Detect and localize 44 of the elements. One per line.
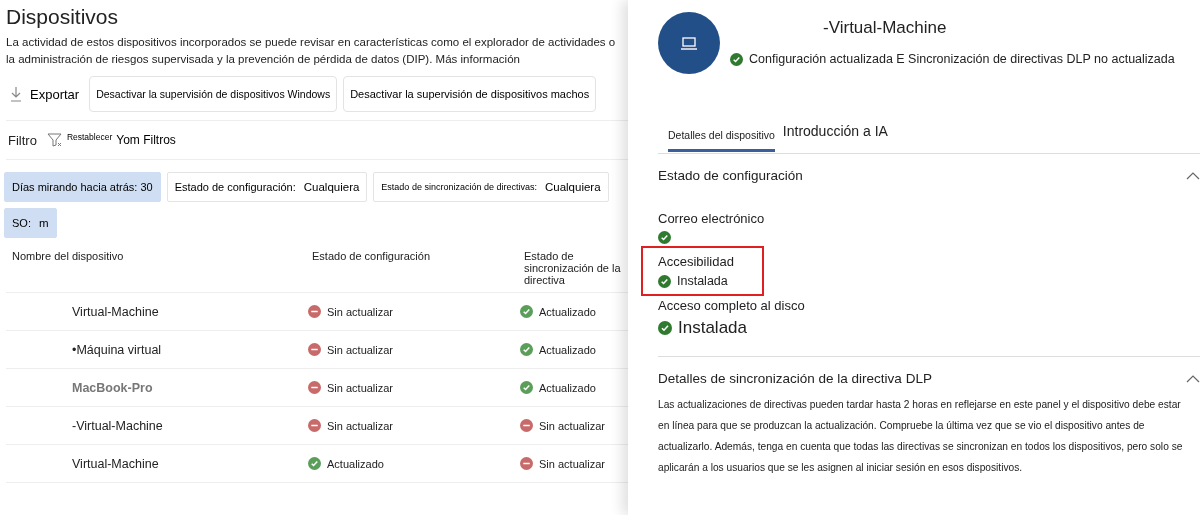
status-text: Instalada [677, 274, 728, 288]
download-icon [10, 86, 22, 102]
column-header: Nombre del dispositivo [6, 250, 306, 293]
laptop-icon [680, 36, 698, 50]
setting-label: Accesibilidad [658, 254, 734, 269]
table-cell: -Virtual-Machine [6, 407, 306, 445]
disable-monitoring-button[interactable]: Desactivar la supervisión de dispositivos machos [343, 76, 597, 112]
panel-tab[interactable]: Detalles del dispositivo [668, 129, 775, 152]
status-text: Sin actualizar [327, 381, 394, 394]
reset-filters-button[interactable]: Restablecer Yom Filtros [46, 132, 176, 148]
status-text: Sin actualizar [327, 343, 394, 356]
table-cell: Virtual-Machine [6, 445, 306, 483]
status-summary: Configuración actualizada E Sincronización de directivas DLP no actualizada [749, 52, 1175, 66]
section-title: Detalles de sincronización de la directiva DLP [658, 371, 932, 386]
status-text: Actualizado [539, 305, 596, 318]
status-text: Instalada [678, 318, 747, 338]
status-text: Actualizado [539, 343, 596, 356]
section-title: Estado de configuración [658, 168, 803, 183]
panel-tab[interactable]: Introducción a IA [782, 123, 888, 152]
learn-more-link[interactable]: Más información [435, 53, 520, 65]
column-header: Estado de configuración [306, 250, 518, 293]
status-text: Actualizado [539, 381, 596, 394]
filter-chip[interactable]: Estado de configuración: Cualquiera [166, 172, 368, 202]
setting-label: Correo electrónico [658, 211, 765, 226]
export-button[interactable]: Exportar [6, 86, 84, 102]
setting-label: Acceso completo al disco [658, 298, 805, 313]
filter-clear-icon [46, 132, 63, 148]
filter-chip[interactable]: Estado de sincronización de directivas: Cualquiera [373, 172, 609, 202]
device-name: -Virtual-Machine [823, 18, 948, 38]
table-cell: •Máquina virtual [6, 331, 306, 369]
filter-chip[interactable]: SO: m [4, 208, 57, 238]
table-cell: Virtual-Machine [6, 293, 306, 331]
description-text: La actividad de estos dispositivos incorporados se puede revisar en características como el explorador de actividades o la administración de riesgos supervisada y la prevención de pérdida de datos (DIP). Más información [6, 35, 617, 67]
status-text: Sin actualizar [539, 457, 606, 470]
filter-chip[interactable]: Días mirando hacia atrás: 30 [4, 172, 161, 202]
status-text: Sin actualizar [539, 419, 606, 432]
status-text: Sin actualizar [327, 305, 394, 318]
filter-label: Filtro [8, 132, 37, 148]
status-text: Sin actualizar [327, 419, 394, 432]
disable-monitoring-button[interactable]: Desactivar la supervisión de dispositivos Windows [89, 76, 338, 112]
page-title: Dispositivos [6, 5, 120, 29]
status-text: Actualizado [327, 457, 384, 470]
sync-info-text: Las actualizaciones de directivas pueden tardar hasta 2 horas en reflejarse en este panel y el dispositivo debe estar en línea para que se produzcan la actualización. Compruebe la última vez que se vio el dispositivo antes de actualizarlo. Además, tenga en cuenta que todas las directivas se sincronizan en todos los dispositivos, pero solo se aplicarán a los usuarios que se les asignen al iniciar sesión en esos dispositivos. [658, 398, 1184, 475]
table-cell: MacBook-Pro [6, 369, 306, 407]
